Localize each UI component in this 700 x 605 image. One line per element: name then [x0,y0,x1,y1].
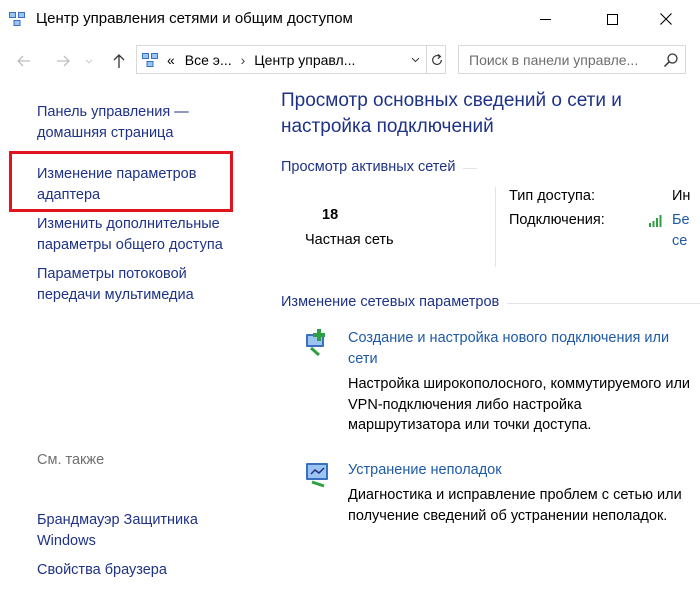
refresh-button[interactable] [426,46,446,73]
breadcrumb-all-items[interactable]: Все э... [185,52,232,68]
troubleshoot-link[interactable]: Устранение неполадок [348,460,688,481]
connection-link[interactable]: Бе [672,212,690,228]
maximize-icon [606,13,618,25]
sidebar-link-internet-options[interactable]: Свойства браузера [37,560,247,581]
sidebar-link-advanced-sharing-settings[interactable]: Изменить дополнительные параметры общего… [37,214,247,255]
new-connection-icon [306,329,325,357]
active-networks-label: Просмотр активных сетей [281,159,456,175]
network-profile-type: Частная сеть [305,232,394,248]
setup-new-connection-description: Настройка широкополосного, коммутируемог… [348,376,691,433]
address-dropdown-button[interactable] [405,46,425,73]
search-box[interactable]: Поиск в панели управле... [458,45,686,74]
title-bar: Центр управления сетями и общим доступом [0,0,700,38]
arrow-right-icon [57,55,70,67]
breadcrumb-network-center[interactable]: Центр управл... [254,52,355,68]
chevron-down-icon [85,59,93,64]
change-settings-header: Изменение сетевых параметров [281,294,700,310]
sidebar-link-firewall[interactable]: Брандмауэр Защитника Windows [37,510,247,551]
up-button[interactable] [107,50,131,72]
troubleshoot-icon [306,463,328,488]
troubleshoot-description: Диагностика и исправление проблем с сеть… [348,487,682,524]
forward-button[interactable] [51,50,75,72]
network-name: 18 [322,207,339,223]
main-content: Просмотр основных сведений о сети и наст… [262,82,700,605]
sidebar-link-media-streaming-options[interactable]: Параметры потоковой передачи мультимедиа [37,264,247,305]
close-icon [660,13,672,25]
refresh-icon [431,53,442,65]
back-button[interactable] [12,50,36,72]
breadcrumb: « Все э... › Центр управл... [167,52,355,68]
access-type-value: Ин [672,188,691,204]
page-title: Просмотр основных сведений о сети и наст… [281,90,622,137]
search-icon[interactable] [663,52,679,68]
recent-locations-button[interactable] [82,50,96,72]
see-also-label: См. также [37,452,105,468]
control-panel-icon [142,53,158,67]
connection-link-continued[interactable]: се [672,233,687,249]
search-input[interactable]: Поиск в панели управле... [469,52,638,68]
address-bar[interactable]: « Все э... › Центр управл... [136,45,446,74]
active-networks-header: Просмотр активных сетей [281,159,477,175]
setup-new-connection-link[interactable]: Создание и настройка нового подключения … [348,328,688,369]
chevron-right-icon[interactable]: › [241,52,246,68]
sidebar: Панель управления — домашняя страница Из… [0,82,262,605]
arrow-up-icon [113,54,125,68]
connections-label: Подключения: [509,212,605,228]
change-settings-label: Изменение сетевых параметров [281,294,500,310]
network-center-icon [9,12,25,26]
minimize-icon [539,18,551,20]
vertical-divider [495,187,496,267]
chevron-down-icon [411,57,419,63]
breadcrumb-overflow[interactable]: « [167,52,175,68]
access-type-label: Тип доступа: [509,188,595,204]
section-divider [463,167,477,169]
navigation-bar: « Все э... › Центр управл... Поиск в пан… [0,38,700,82]
maximize-button[interactable] [589,0,635,38]
minimize-button[interactable] [522,0,568,38]
arrow-left-icon [17,55,30,67]
close-button[interactable] [643,0,689,38]
wifi-signal-icon [649,215,662,227]
highlight-box [9,151,233,212]
window-title: Центр управления сетями и общим доступом [36,10,353,27]
section-divider [507,302,700,304]
sidebar-link-control-panel-home[interactable]: Панель управления — домашняя страница [37,102,247,143]
